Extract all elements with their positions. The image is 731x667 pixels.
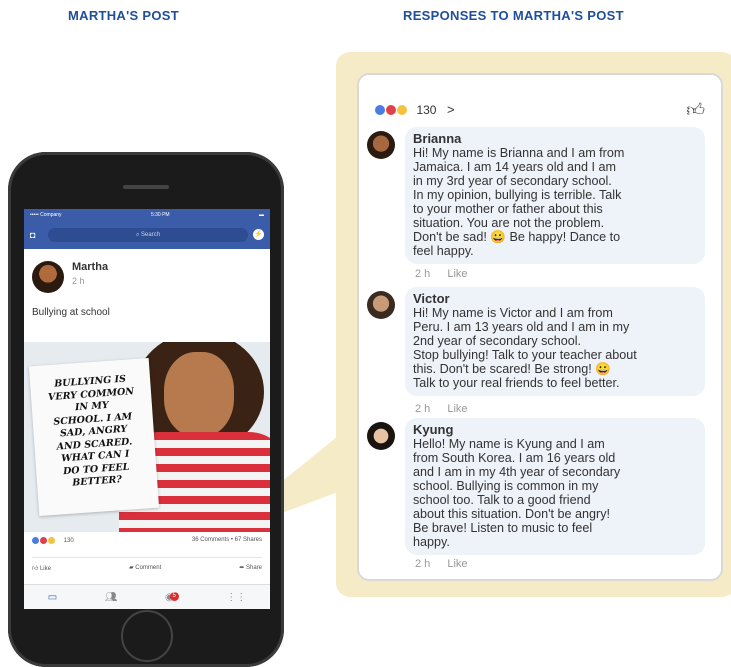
phone-device: ••••• Company 5:30 PM ▬ ◘ ⌕ Search ⚡ Mar… <box>8 152 284 667</box>
facebook-header: ••••• Company 5:30 PM ▬ ◘ ⌕ Search ⚡ <box>24 209 270 249</box>
thumbs-up-icon[interactable]: 👍︎ <box>686 99 705 121</box>
comment-author[interactable]: Brianna <box>413 131 697 146</box>
comment-victor: Victor Hi! My name is Victor and I am fr… <box>367 287 705 396</box>
post-reactions-row: 130 36 Comments • 67 Shares <box>32 537 262 544</box>
notification-badge: 5 <box>169 591 179 601</box>
wow-reaction-icon <box>397 104 407 115</box>
phone-screen: ••••• Company 5:30 PM ▬ ◘ ⌕ Search ⚡ Mar… <box>24 209 270 609</box>
comment-meta: 2 h Like <box>415 558 482 570</box>
news-feed-icon[interactable]: ▭ <box>48 592 57 603</box>
comment-kyung: Kyung Hello! My name is Kyung and I am f… <box>367 418 705 555</box>
home-button[interactable] <box>121 610 173 662</box>
comment-author[interactable]: Victor <box>413 291 697 306</box>
comment-meta: 2 h Like <box>415 403 482 415</box>
comment-text: Hello! My name is Kyung and I am from So… <box>413 437 621 549</box>
thumb-icon: 👍︎ <box>32 566 40 572</box>
comment-bubble: Kyung Hello! My name is Kyung and I am f… <box>405 418 705 555</box>
comment-text: Hi! My name is Brianna and I am from Jam… <box>413 146 625 258</box>
camera-icon[interactable]: ◘ <box>30 230 35 240</box>
post-text: Bullying at school <box>32 307 110 318</box>
love-reaction-icon <box>40 537 47 544</box>
comment-author[interactable]: Kyung <box>413 422 697 437</box>
reaction-count[interactable]: 130 <box>416 103 436 117</box>
messenger-icon[interactable]: ⚡ <box>253 229 264 240</box>
carrier-text: ••••• Company <box>30 212 62 218</box>
comment-time: 2 h <box>415 558 431 570</box>
chevron-right-icon[interactable]: > <box>447 102 455 117</box>
post-reaction-count[interactable]: 130 <box>64 538 74 544</box>
card-top-row: 130 > 👍︎ <box>375 99 705 121</box>
battery-icon: ▬ <box>258 212 264 218</box>
comment-brianna: Brianna Hi! My name is Brianna and I am … <box>367 127 705 264</box>
photo-face <box>164 352 234 437</box>
status-time: 5:30 PM <box>150 212 170 218</box>
comment-action[interactable]: ▰ Comment <box>129 564 161 572</box>
post-photo[interactable]: BULLYING IS VERY COMMON IN MY SCHOOL. I … <box>24 342 270 532</box>
love-reaction-icon <box>386 104 396 115</box>
comment-like-link[interactable]: Like <box>447 268 467 280</box>
share-icon: ➦ <box>239 565 246 571</box>
search-placeholder: Search <box>141 232 161 238</box>
comment-bubble: Brianna Hi! My name is Brianna and I am … <box>405 127 705 264</box>
comment-time: 2 h <box>415 268 431 280</box>
phone-speaker <box>123 185 169 189</box>
brianna-avatar[interactable] <box>367 131 395 159</box>
responses-card: 130 > 👍︎ Brianna Hi! My name is Brianna … <box>357 73 723 581</box>
martha-avatar[interactable] <box>32 261 64 293</box>
comment-bubble: Victor Hi! My name is Victor and I am fr… <box>405 287 705 396</box>
victor-avatar[interactable] <box>367 291 395 319</box>
comment-like-link[interactable]: Like <box>447 403 467 415</box>
like-reaction-icon <box>32 537 39 544</box>
comment-meta: 2 h Like <box>415 268 482 280</box>
post-actions: 👍︎ Like ▰ Comment ➦ Share <box>32 557 262 572</box>
search-icon: ⌕ <box>135 232 140 238</box>
post-header: Martha 2 h <box>32 261 108 293</box>
friends-icon[interactable]: 👥︎ <box>105 592 118 603</box>
comments-shares-count[interactable]: 36 Comments • 67 Shares <box>192 537 262 544</box>
photo-sign: BULLYING IS VERY COMMON IN MY SCHOOL. I … <box>28 357 160 517</box>
comment-text: Hi! My name is Victor and I am from Peru… <box>413 306 637 390</box>
comment-time: 2 h <box>415 403 431 415</box>
kyung-avatar[interactable] <box>367 422 395 450</box>
like-action[interactable]: 👍︎ Like <box>32 564 51 572</box>
notifications-icon[interactable]: ◉5 <box>165 591 179 603</box>
post-time: 2 h <box>72 276 85 286</box>
search-input[interactable]: ⌕ Search <box>48 228 248 242</box>
like-reaction-icon <box>375 104 385 115</box>
bottom-nav: ▭ 👥︎ ◉5 ⋮⋮ <box>24 584 270 609</box>
comment-like-link[interactable]: Like <box>447 558 467 570</box>
share-action[interactable]: ➦ Share <box>239 564 262 572</box>
menu-grid-icon[interactable]: ⋮⋮ <box>226 592 246 603</box>
status-bar: ••••• Company 5:30 PM ▬ <box>30 212 264 218</box>
post-author[interactable]: Martha <box>72 261 108 273</box>
wow-reaction-icon <box>48 537 55 544</box>
